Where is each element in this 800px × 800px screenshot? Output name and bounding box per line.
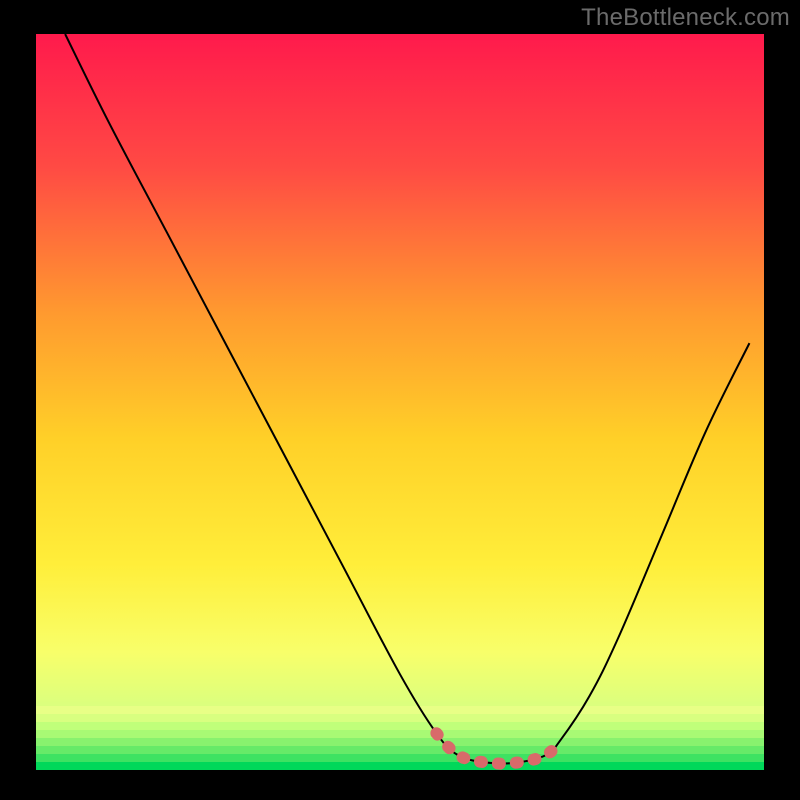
plot-background (36, 34, 764, 770)
bottleneck-chart (0, 0, 800, 800)
chart-frame: TheBottleneck.com (0, 0, 800, 800)
plot-bottom-bands (36, 706, 764, 771)
watermark-text: TheBottleneck.com (581, 4, 790, 32)
